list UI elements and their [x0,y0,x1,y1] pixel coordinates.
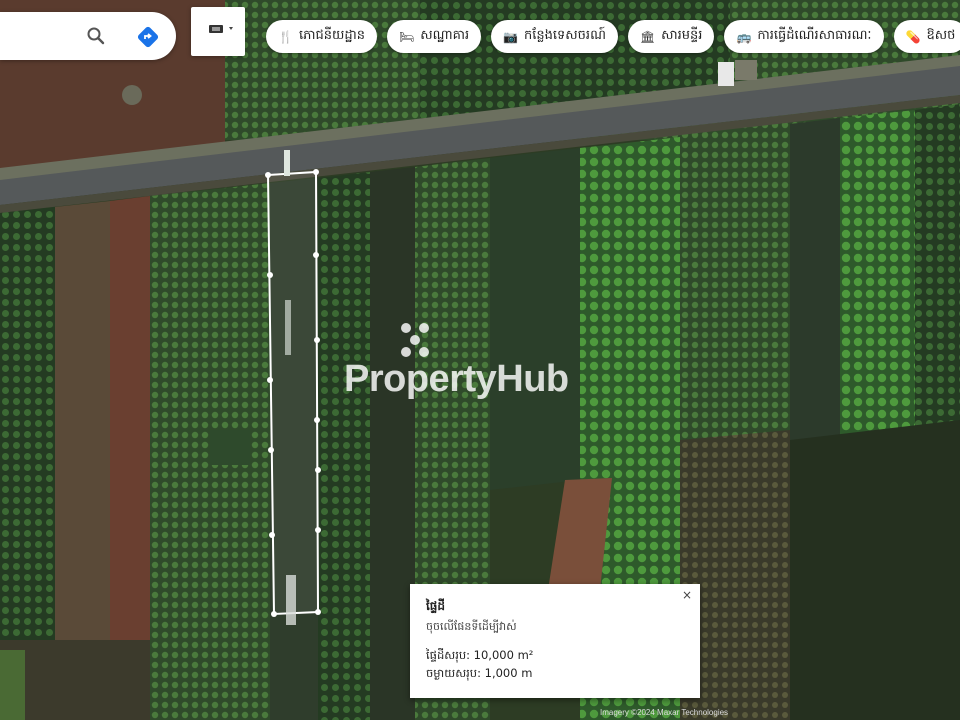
chip-transit[interactable]: 🚌 ការធ្វើដំណើរសាធារណៈ [724,20,884,53]
category-chips: 🍴 ភោជនីយដ្ឋាន 🛏 សណ្ឋាគារ 📷 កន្លែងទេសចរណ៍ 🏛 ស… [266,20,960,53]
chip-museums[interactable]: 🏛 សារមន្ទីរ [627,20,715,53]
search-box[interactable] [0,12,176,60]
chip-pharmacy[interactable]: 💊 ឱសថ [893,20,960,53]
chip-label: សារមន្ទីរ [661,28,703,43]
attraction-icon: 📷 [503,29,519,44]
search-input[interactable] [10,27,86,45]
chip-attractions[interactable]: 📷 កន្លែងទេសចរណ៍ [491,20,618,53]
search-icon[interactable] [86,26,106,46]
chip-label: កន្លែងទេសចរណ៍ [524,28,606,43]
chip-label: សណ្ឋាគារ [420,28,470,43]
chip-label: ភោជនីយដ្ឋាន [298,28,365,43]
map-attribution: Imagery ©2024 Maxar Technologies [600,708,729,717]
layers-icon [201,21,235,42]
popup-subtitle: ចុចលើផែនទីដើម្បីវាស់ [426,620,517,633]
chip-label: ការធ្វើដំណើរសាធារណៈ [757,28,872,43]
chip-label: ឱសថ [926,28,956,43]
watermark-text: PropertyHub [344,358,569,400]
pharmacy-icon: 💊 [905,29,921,44]
popup-total-distance: ចម្ងាយសរុប: 1,000 m [426,666,533,680]
popup-title: ផ្ទៃដី [426,599,446,613]
chip-hotels[interactable]: 🛏 សណ្ឋាគារ [386,20,482,53]
close-icon[interactable]: × [682,588,692,602]
measure-outline[interactable] [265,150,321,625]
watermark: PropertyHub [340,318,630,408]
measure-info-popup: × ផ្ទៃដី ចុចលើផែនទីដើម្បីវាស់ ផ្ទៃដីសរុប… [410,584,700,698]
hotel-icon: 🛏 [398,29,415,44]
chip-restaurants[interactable]: 🍴 ភោជនីយដ្ឋាន [266,20,377,53]
museum-icon: 🏛 [639,29,656,44]
transit-icon: 🚌 [736,29,752,44]
restaurant-icon: 🍴 [278,29,293,44]
popup-total-area: ផ្ទៃដីសរុប: 10,000 m² [426,648,534,662]
directions-icon[interactable] [136,25,160,49]
layers-button[interactable] [191,7,245,56]
